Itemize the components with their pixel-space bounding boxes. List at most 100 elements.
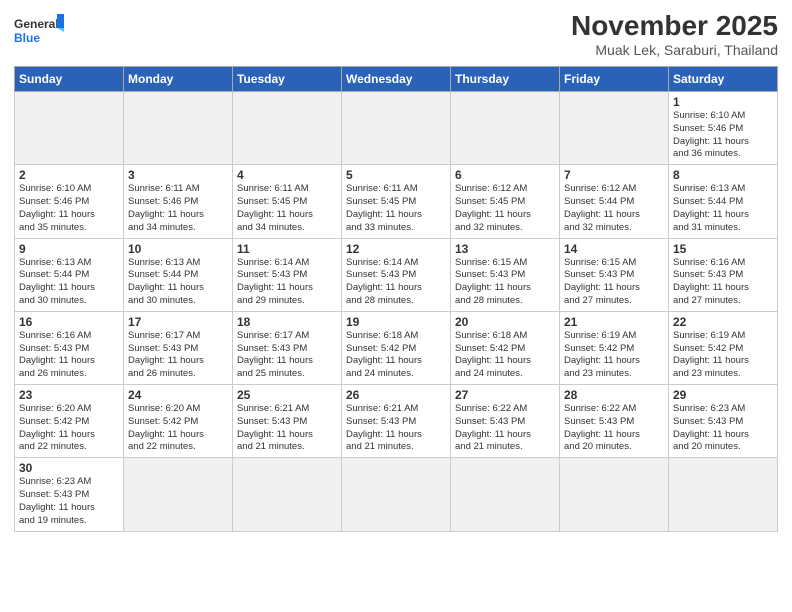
weekday-header-friday: Friday: [560, 67, 669, 92]
calendar: SundayMondayTuesdayWednesdayThursdayFrid…: [14, 66, 778, 532]
day-number: 20: [455, 315, 555, 329]
day-number: 6: [455, 168, 555, 182]
day-info: Sunrise: 6:21 AM Sunset: 5:43 PM Dayligh…: [237, 403, 337, 454]
calendar-week-row: 23Sunrise: 6:20 AM Sunset: 5:42 PM Dayli…: [15, 385, 778, 458]
day-info: Sunrise: 6:19 AM Sunset: 5:42 PM Dayligh…: [673, 330, 773, 381]
day-number: 22: [673, 315, 773, 329]
calendar-cell: 25Sunrise: 6:21 AM Sunset: 5:43 PM Dayli…: [233, 385, 342, 458]
day-number: 4: [237, 168, 337, 182]
calendar-cell: [451, 458, 560, 531]
calendar-cell: 3Sunrise: 6:11 AM Sunset: 5:46 PM Daylig…: [124, 165, 233, 238]
calendar-cell: 22Sunrise: 6:19 AM Sunset: 5:42 PM Dayli…: [669, 311, 778, 384]
location: Muak Lek, Saraburi, Thailand: [571, 42, 778, 58]
calendar-cell: [560, 458, 669, 531]
calendar-cell: 12Sunrise: 6:14 AM Sunset: 5:43 PM Dayli…: [342, 238, 451, 311]
day-info: Sunrise: 6:12 AM Sunset: 5:44 PM Dayligh…: [564, 183, 664, 234]
weekday-header-tuesday: Tuesday: [233, 67, 342, 92]
calendar-cell: 29Sunrise: 6:23 AM Sunset: 5:43 PM Dayli…: [669, 385, 778, 458]
day-number: 17: [128, 315, 228, 329]
calendar-week-row: 1Sunrise: 6:10 AM Sunset: 5:46 PM Daylig…: [15, 92, 778, 165]
month-title: November 2025: [571, 10, 778, 42]
logo: General Blue: [14, 10, 64, 54]
calendar-cell: [15, 92, 124, 165]
calendar-cell: 8Sunrise: 6:13 AM Sunset: 5:44 PM Daylig…: [669, 165, 778, 238]
day-number: 29: [673, 388, 773, 402]
day-number: 2: [19, 168, 119, 182]
weekday-header-saturday: Saturday: [669, 67, 778, 92]
calendar-cell: 6Sunrise: 6:12 AM Sunset: 5:45 PM Daylig…: [451, 165, 560, 238]
day-number: 15: [673, 242, 773, 256]
day-info: Sunrise: 6:17 AM Sunset: 5:43 PM Dayligh…: [128, 330, 228, 381]
calendar-cell: 10Sunrise: 6:13 AM Sunset: 5:44 PM Dayli…: [124, 238, 233, 311]
calendar-cell: 24Sunrise: 6:20 AM Sunset: 5:42 PM Dayli…: [124, 385, 233, 458]
day-number: 1: [673, 95, 773, 109]
calendar-cell: 5Sunrise: 6:11 AM Sunset: 5:45 PM Daylig…: [342, 165, 451, 238]
day-info: Sunrise: 6:12 AM Sunset: 5:45 PM Dayligh…: [455, 183, 555, 234]
day-info: Sunrise: 6:14 AM Sunset: 5:43 PM Dayligh…: [346, 257, 446, 308]
day-info: Sunrise: 6:10 AM Sunset: 5:46 PM Dayligh…: [19, 183, 119, 234]
calendar-cell: 17Sunrise: 6:17 AM Sunset: 5:43 PM Dayli…: [124, 311, 233, 384]
weekday-header-monday: Monday: [124, 67, 233, 92]
calendar-cell: [233, 92, 342, 165]
calendar-cell: 27Sunrise: 6:22 AM Sunset: 5:43 PM Dayli…: [451, 385, 560, 458]
day-number: 12: [346, 242, 446, 256]
calendar-cell: 21Sunrise: 6:19 AM Sunset: 5:42 PM Dayli…: [560, 311, 669, 384]
day-info: Sunrise: 6:23 AM Sunset: 5:43 PM Dayligh…: [19, 476, 119, 527]
day-info: Sunrise: 6:11 AM Sunset: 5:46 PM Dayligh…: [128, 183, 228, 234]
day-info: Sunrise: 6:13 AM Sunset: 5:44 PM Dayligh…: [128, 257, 228, 308]
calendar-cell: [342, 458, 451, 531]
calendar-cell: [451, 92, 560, 165]
calendar-cell: [124, 92, 233, 165]
weekday-header-row: SundayMondayTuesdayWednesdayThursdayFrid…: [15, 67, 778, 92]
day-number: 23: [19, 388, 119, 402]
calendar-cell: 18Sunrise: 6:17 AM Sunset: 5:43 PM Dayli…: [233, 311, 342, 384]
day-info: Sunrise: 6:10 AM Sunset: 5:46 PM Dayligh…: [673, 110, 773, 161]
day-number: 16: [19, 315, 119, 329]
calendar-cell: [560, 92, 669, 165]
calendar-cell: 16Sunrise: 6:16 AM Sunset: 5:43 PM Dayli…: [15, 311, 124, 384]
logo-svg: General Blue: [14, 10, 64, 54]
day-info: Sunrise: 6:20 AM Sunset: 5:42 PM Dayligh…: [19, 403, 119, 454]
weekday-header-sunday: Sunday: [15, 67, 124, 92]
day-info: Sunrise: 6:13 AM Sunset: 5:44 PM Dayligh…: [19, 257, 119, 308]
calendar-cell: [669, 458, 778, 531]
day-info: Sunrise: 6:16 AM Sunset: 5:43 PM Dayligh…: [673, 257, 773, 308]
day-number: 28: [564, 388, 664, 402]
calendar-cell: 15Sunrise: 6:16 AM Sunset: 5:43 PM Dayli…: [669, 238, 778, 311]
calendar-cell: 19Sunrise: 6:18 AM Sunset: 5:42 PM Dayli…: [342, 311, 451, 384]
day-info: Sunrise: 6:19 AM Sunset: 5:42 PM Dayligh…: [564, 330, 664, 381]
day-number: 30: [19, 461, 119, 475]
day-number: 18: [237, 315, 337, 329]
day-number: 21: [564, 315, 664, 329]
page: General Blue November 2025 Muak Lek, Sar…: [0, 0, 792, 612]
day-info: Sunrise: 6:23 AM Sunset: 5:43 PM Dayligh…: [673, 403, 773, 454]
calendar-cell: 26Sunrise: 6:21 AM Sunset: 5:43 PM Dayli…: [342, 385, 451, 458]
day-info: Sunrise: 6:17 AM Sunset: 5:43 PM Dayligh…: [237, 330, 337, 381]
calendar-week-row: 30Sunrise: 6:23 AM Sunset: 5:43 PM Dayli…: [15, 458, 778, 531]
day-info: Sunrise: 6:15 AM Sunset: 5:43 PM Dayligh…: [455, 257, 555, 308]
calendar-cell: 1Sunrise: 6:10 AM Sunset: 5:46 PM Daylig…: [669, 92, 778, 165]
calendar-week-row: 2Sunrise: 6:10 AM Sunset: 5:46 PM Daylig…: [15, 165, 778, 238]
calendar-week-row: 16Sunrise: 6:16 AM Sunset: 5:43 PM Dayli…: [15, 311, 778, 384]
calendar-cell: 23Sunrise: 6:20 AM Sunset: 5:42 PM Dayli…: [15, 385, 124, 458]
day-number: 10: [128, 242, 228, 256]
calendar-cell: [124, 458, 233, 531]
day-number: 14: [564, 242, 664, 256]
day-info: Sunrise: 6:11 AM Sunset: 5:45 PM Dayligh…: [237, 183, 337, 234]
day-number: 3: [128, 168, 228, 182]
calendar-cell: 4Sunrise: 6:11 AM Sunset: 5:45 PM Daylig…: [233, 165, 342, 238]
day-info: Sunrise: 6:15 AM Sunset: 5:43 PM Dayligh…: [564, 257, 664, 308]
day-info: Sunrise: 6:21 AM Sunset: 5:43 PM Dayligh…: [346, 403, 446, 454]
calendar-cell: 13Sunrise: 6:15 AM Sunset: 5:43 PM Dayli…: [451, 238, 560, 311]
weekday-header-wednesday: Wednesday: [342, 67, 451, 92]
calendar-cell: 20Sunrise: 6:18 AM Sunset: 5:42 PM Dayli…: [451, 311, 560, 384]
day-number: 26: [346, 388, 446, 402]
calendar-cell: 7Sunrise: 6:12 AM Sunset: 5:44 PM Daylig…: [560, 165, 669, 238]
calendar-cell: [342, 92, 451, 165]
svg-text:Blue: Blue: [14, 31, 40, 45]
day-info: Sunrise: 6:11 AM Sunset: 5:45 PM Dayligh…: [346, 183, 446, 234]
calendar-cell: [233, 458, 342, 531]
day-info: Sunrise: 6:18 AM Sunset: 5:42 PM Dayligh…: [346, 330, 446, 381]
header: General Blue November 2025 Muak Lek, Sar…: [14, 10, 778, 58]
day-number: 13: [455, 242, 555, 256]
